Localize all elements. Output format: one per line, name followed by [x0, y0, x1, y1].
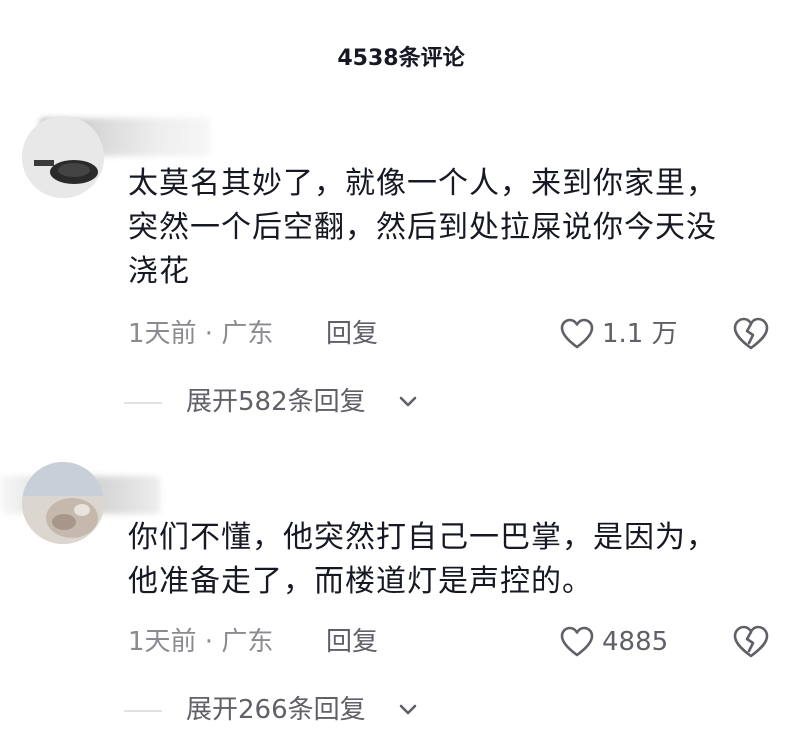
avatar[interactable] — [22, 116, 104, 198]
time-location: 1天前 · 广东 — [128, 319, 274, 349]
like-button[interactable]: 4885 — [560, 622, 668, 662]
like-count: 1.1 万 — [602, 319, 678, 349]
heart-outline-icon — [560, 626, 594, 657]
heart-outline-icon — [560, 318, 594, 349]
expand-replies-label: 展开266条回复 — [186, 695, 366, 725]
time-location: 1天前 · 广东 — [128, 627, 274, 657]
avatar-image — [22, 116, 104, 198]
comment-line: 浇花 — [128, 254, 190, 289]
like-button[interactable]: 1.1 万 — [560, 314, 678, 354]
divider-line — [124, 710, 162, 712]
reply-button[interactable]: 回复 — [326, 622, 378, 662]
chevron-down-icon — [399, 704, 417, 715]
broken-heart-icon — [733, 317, 769, 350]
comment-meta: 1天前 · 广东 回复 1.1 万 — [128, 314, 778, 354]
comment-line: 太莫名其妙了，就像一个人，来到你家里， — [128, 166, 717, 201]
comment-text: 太莫名其妙了，就像一个人，来到你家里， 突然一个后空翻，然后到处拉屎说你今天没 … — [128, 162, 778, 294]
expand-replies-label: 展开582条回复 — [186, 387, 366, 417]
dislike-button[interactable] — [732, 316, 770, 352]
chevron-down-icon — [399, 396, 417, 407]
comment-text: 你们不懂，他突然打自己一巴掌，是因为， 他准备走了，而楼道灯是声控的。 — [128, 516, 778, 604]
reply-button[interactable]: 回复 — [326, 314, 378, 354]
avatar[interactable] — [22, 462, 104, 544]
broken-heart-icon — [733, 625, 769, 658]
comments-count-title: 4538条评论 — [337, 46, 465, 71]
dislike-button[interactable] — [732, 624, 770, 660]
comment-line: 他准备走了，而楼道灯是声控的。 — [128, 564, 593, 599]
divider-line — [124, 402, 162, 404]
like-count: 4885 — [602, 627, 669, 657]
comment-meta: 1天前 · 广东 回复 4885 — [128, 622, 778, 662]
avatar-image — [22, 462, 104, 544]
comment-line: 突然一个后空翻，然后到处拉屎说你今天没 — [128, 210, 717, 245]
comment-line: 你们不懂，他突然打自己一巴掌，是因为， — [128, 520, 717, 555]
